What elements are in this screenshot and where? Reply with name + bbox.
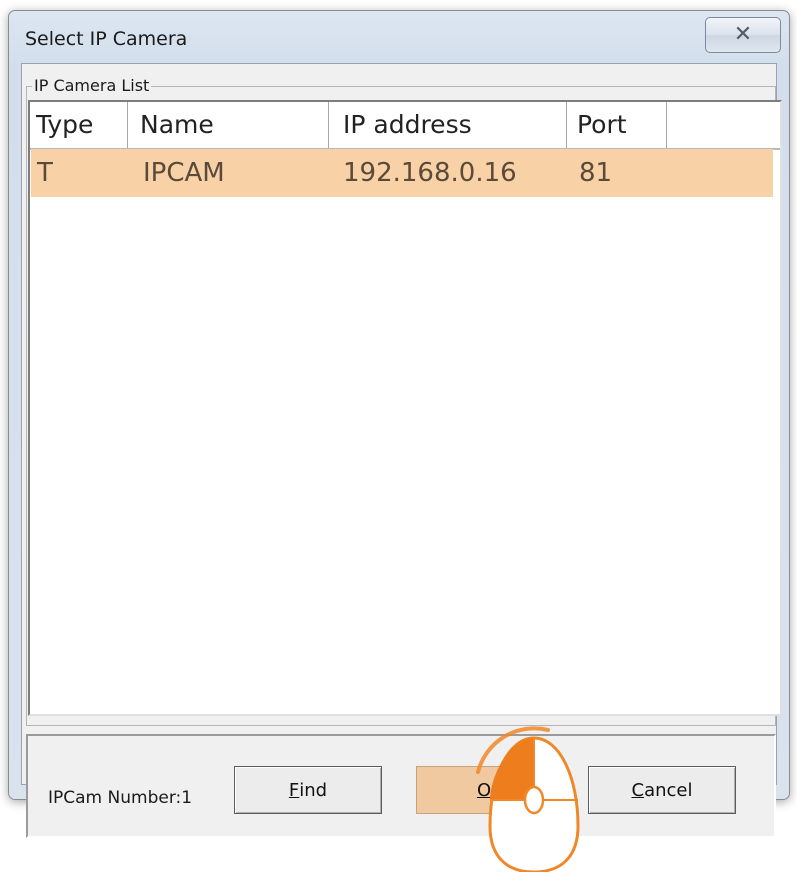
- find-label-rest: ind: [299, 779, 328, 801]
- cancel-button[interactable]: Cancel: [588, 766, 736, 814]
- column-header-name[interactable]: Name: [128, 102, 329, 148]
- ok-button[interactable]: OK: [416, 766, 564, 814]
- select-ip-camera-dialog: Select IP Camera ✕ IP Camera List Type N…: [8, 10, 790, 838]
- column-header-type[interactable]: Type: [30, 102, 128, 148]
- group-label: IP Camera List: [32, 76, 152, 95]
- ip-camera-listview[interactable]: Type Name IP address Port T IPCAM 192.16…: [28, 100, 782, 716]
- table-row[interactable]: T IPCAM 192.168.0.16 81: [31, 149, 773, 197]
- cell-name: IPCAM: [143, 158, 225, 188]
- ipcam-number-label: IPCam Number:1: [48, 788, 193, 808]
- column-header-ip-address[interactable]: IP address: [329, 102, 567, 148]
- find-mnemonic: F: [288, 779, 300, 801]
- dialog-title: Select IP Camera: [25, 28, 188, 50]
- dialog-client-area: IP Camera List Type Name IP address Port…: [21, 63, 782, 838]
- close-button[interactable]: ✕: [705, 17, 781, 53]
- footer-panel: IPCam Number:1 Find OK Cancel: [26, 734, 776, 838]
- ok-label-rest: K: [491, 779, 503, 801]
- cancel-label-rest: ancel: [644, 779, 693, 801]
- column-header-port[interactable]: Port: [567, 102, 667, 148]
- find-button[interactable]: Find: [234, 766, 382, 814]
- cell-port: 81: [579, 158, 613, 188]
- cell-ip-address: 192.168.0.16: [343, 158, 517, 188]
- ok-mnemonic: O: [477, 779, 492, 801]
- list-header: Type Name IP address Port: [30, 102, 780, 150]
- close-icon: ✕: [733, 22, 753, 47]
- cancel-mnemonic: C: [631, 779, 645, 801]
- cell-type: T: [37, 158, 53, 188]
